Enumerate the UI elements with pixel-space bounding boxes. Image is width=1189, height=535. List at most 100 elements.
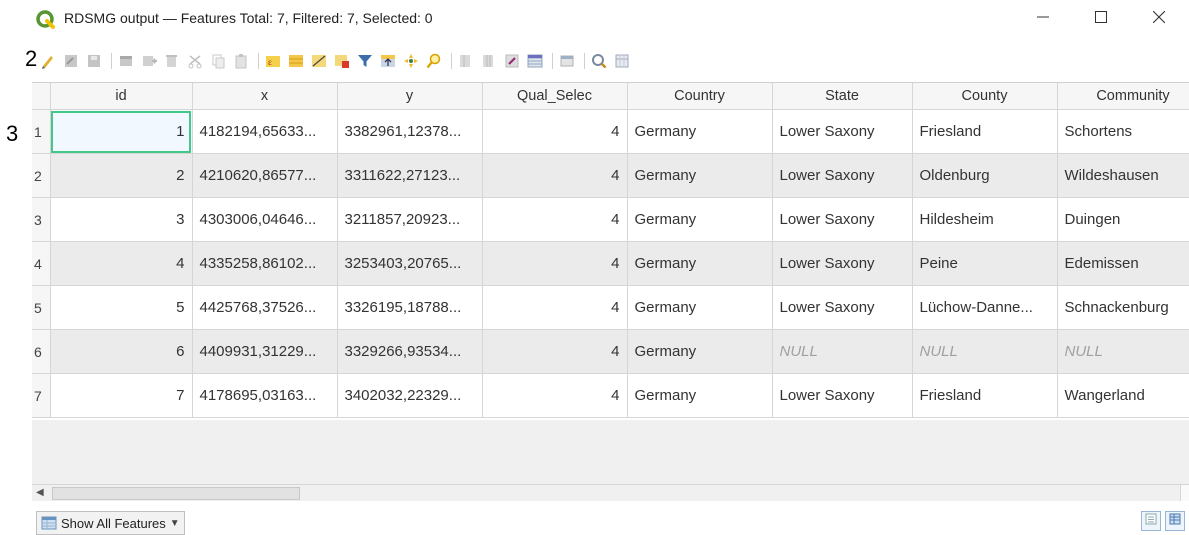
- row-header[interactable]: 6: [32, 329, 51, 374]
- cell-y[interactable]: 3326195,18788...: [337, 285, 483, 330]
- cell-state[interactable]: Lower Saxony: [772, 197, 913, 242]
- row-header[interactable]: 3: [32, 197, 51, 242]
- cell-x[interactable]: 4425768,37526...: [192, 285, 338, 330]
- scroll-left-arrow-icon[interactable]: ◀: [36, 487, 44, 498]
- cell-qual-selec[interactable]: 4: [482, 197, 628, 242]
- row-header[interactable]: 2: [32, 153, 51, 198]
- cell-community[interactable]: Duingen: [1057, 197, 1189, 242]
- actions-icon[interactable]: [591, 53, 607, 69]
- delete-field-icon[interactable]: [481, 53, 497, 69]
- dock-table-icon[interactable]: [559, 53, 575, 69]
- cell-qual-selec[interactable]: 4: [482, 329, 628, 374]
- save-edits-icon[interactable]: [86, 53, 102, 69]
- paste-icon[interactable]: [233, 53, 249, 69]
- row-header[interactable]: 1: [32, 109, 51, 154]
- cell-county[interactable]: Peine: [912, 241, 1058, 286]
- column-header-country[interactable]: Country: [627, 83, 773, 110]
- cell-qual-selec[interactable]: 4: [482, 241, 628, 286]
- column-header-y[interactable]: y: [337, 83, 483, 110]
- column-header-x[interactable]: x: [192, 83, 338, 110]
- row-header[interactable]: 4: [32, 241, 51, 286]
- cell-community[interactable]: Wangerland: [1057, 373, 1189, 418]
- cell-y[interactable]: 3329266,93534...: [337, 329, 483, 374]
- cell-country[interactable]: Germany: [627, 109, 773, 154]
- column-header-community[interactable]: Community: [1057, 83, 1189, 110]
- horizontal-scrollbar[interactable]: ◀: [32, 484, 1189, 501]
- cell-community[interactable]: Schnackenburg: [1057, 285, 1189, 330]
- minimize-button[interactable]: [1020, 4, 1066, 34]
- cell-x[interactable]: 4409931,31229...: [192, 329, 338, 374]
- table-row[interactable]: 5 5 4425768,37526... 3326195,18788... 4 …: [32, 285, 1189, 330]
- cell-county[interactable]: Lüchow-Danne...: [912, 285, 1058, 330]
- table-row[interactable]: 1 1 4182194,65633... 3382961,12378... 4 …: [32, 109, 1189, 154]
- cell-y[interactable]: 3253403,20765...: [337, 241, 483, 286]
- cell-state[interactable]: Lower Saxony: [772, 153, 913, 198]
- add-feature-icon[interactable]: [141, 53, 157, 69]
- table-view-button[interactable]: [1165, 511, 1185, 531]
- conditional-formatting-icon[interactable]: [527, 53, 543, 69]
- organize-columns-icon[interactable]: [614, 53, 630, 69]
- cell-qual-selec[interactable]: 4: [482, 373, 628, 418]
- cell-qual-selec[interactable]: 4: [482, 285, 628, 330]
- copy-icon[interactable]: [210, 53, 226, 69]
- select-by-expression-icon[interactable]: ε: [265, 53, 281, 69]
- cell-qual-selec[interactable]: 4: [482, 109, 628, 154]
- cell-x[interactable]: 4178695,03163...: [192, 373, 338, 418]
- cell-country[interactable]: Germany: [627, 153, 773, 198]
- cell-country[interactable]: Germany: [627, 285, 773, 330]
- corner-header[interactable]: [32, 83, 51, 110]
- invert-selection-icon[interactable]: [311, 53, 327, 69]
- cell-state[interactable]: Lower Saxony: [772, 109, 913, 154]
- column-header-qual-selec[interactable]: Qual_Selec: [482, 83, 628, 110]
- new-field-icon[interactable]: [458, 53, 474, 69]
- zoom-to-selected-icon[interactable]: [426, 53, 442, 69]
- scrollbar-thumb[interactable]: [52, 487, 300, 500]
- column-header-state[interactable]: State: [772, 83, 913, 110]
- table-row[interactable]: 2 2 4210620,86577... 3311622,27123... 4 …: [32, 153, 1189, 198]
- cell-county[interactable]: Hildesheim: [912, 197, 1058, 242]
- deselect-all-icon[interactable]: [334, 53, 350, 69]
- show-all-features-button[interactable]: Show All Features ▼: [36, 511, 185, 535]
- row-header[interactable]: 7: [32, 373, 51, 418]
- filter-select-icon[interactable]: [357, 53, 373, 69]
- toggle-multi-edit-icon[interactable]: [63, 53, 79, 69]
- cell-id[interactable]: 6: [50, 329, 193, 374]
- cell-x[interactable]: 4335258,86102...: [192, 241, 338, 286]
- cell-id[interactable]: 4: [50, 241, 193, 286]
- cell-county[interactable]: Friesland: [912, 373, 1058, 418]
- cell-community[interactable]: Edemissen: [1057, 241, 1189, 286]
- cell-id[interactable]: 2: [50, 153, 193, 198]
- pan-to-selected-icon[interactable]: [403, 53, 419, 69]
- reload-table-icon[interactable]: [118, 53, 134, 69]
- cell-id[interactable]: 1: [50, 109, 193, 154]
- cell-state[interactable]: Lower Saxony: [772, 241, 913, 286]
- cell-y[interactable]: 3311622,27123...: [337, 153, 483, 198]
- cell-state[interactable]: Lower Saxony: [772, 285, 913, 330]
- select-all-icon[interactable]: [288, 53, 304, 69]
- cell-id[interactable]: 3: [50, 197, 193, 242]
- cell-y[interactable]: 3211857,20923...: [337, 197, 483, 242]
- cell-country[interactable]: Germany: [627, 329, 773, 374]
- cell-country[interactable]: Germany: [627, 241, 773, 286]
- cell-county[interactable]: Oldenburg: [912, 153, 1058, 198]
- table-row[interactable]: 3 3 4303006,04646... 3211857,20923... 4 …: [32, 197, 1189, 242]
- cell-country[interactable]: Germany: [627, 197, 773, 242]
- cell-state[interactable]: NULL: [772, 329, 913, 374]
- cell-community[interactable]: Wildeshausen: [1057, 153, 1189, 198]
- column-header-county[interactable]: County: [912, 83, 1058, 110]
- cell-x[interactable]: 4210620,86577...: [192, 153, 338, 198]
- cell-id[interactable]: 5: [50, 285, 193, 330]
- toggle-editing-icon[interactable]: [40, 53, 56, 69]
- cell-qual-selec[interactable]: 4: [482, 153, 628, 198]
- column-header-id[interactable]: id: [50, 83, 193, 110]
- table-row[interactable]: 7 7 4178695,03163... 3402032,22329... 4 …: [32, 373, 1189, 418]
- cell-community[interactable]: Schortens: [1057, 109, 1189, 154]
- maximize-button[interactable]: [1078, 4, 1124, 34]
- cell-id[interactable]: 7: [50, 373, 193, 418]
- close-button[interactable]: [1136, 4, 1182, 34]
- cell-state[interactable]: Lower Saxony: [772, 373, 913, 418]
- delete-features-icon[interactable]: [164, 53, 180, 69]
- cell-county[interactable]: Friesland: [912, 109, 1058, 154]
- table-row[interactable]: 4 4 4335258,86102... 3253403,20765... 4 …: [32, 241, 1189, 286]
- move-selection-to-top-icon[interactable]: [380, 53, 396, 69]
